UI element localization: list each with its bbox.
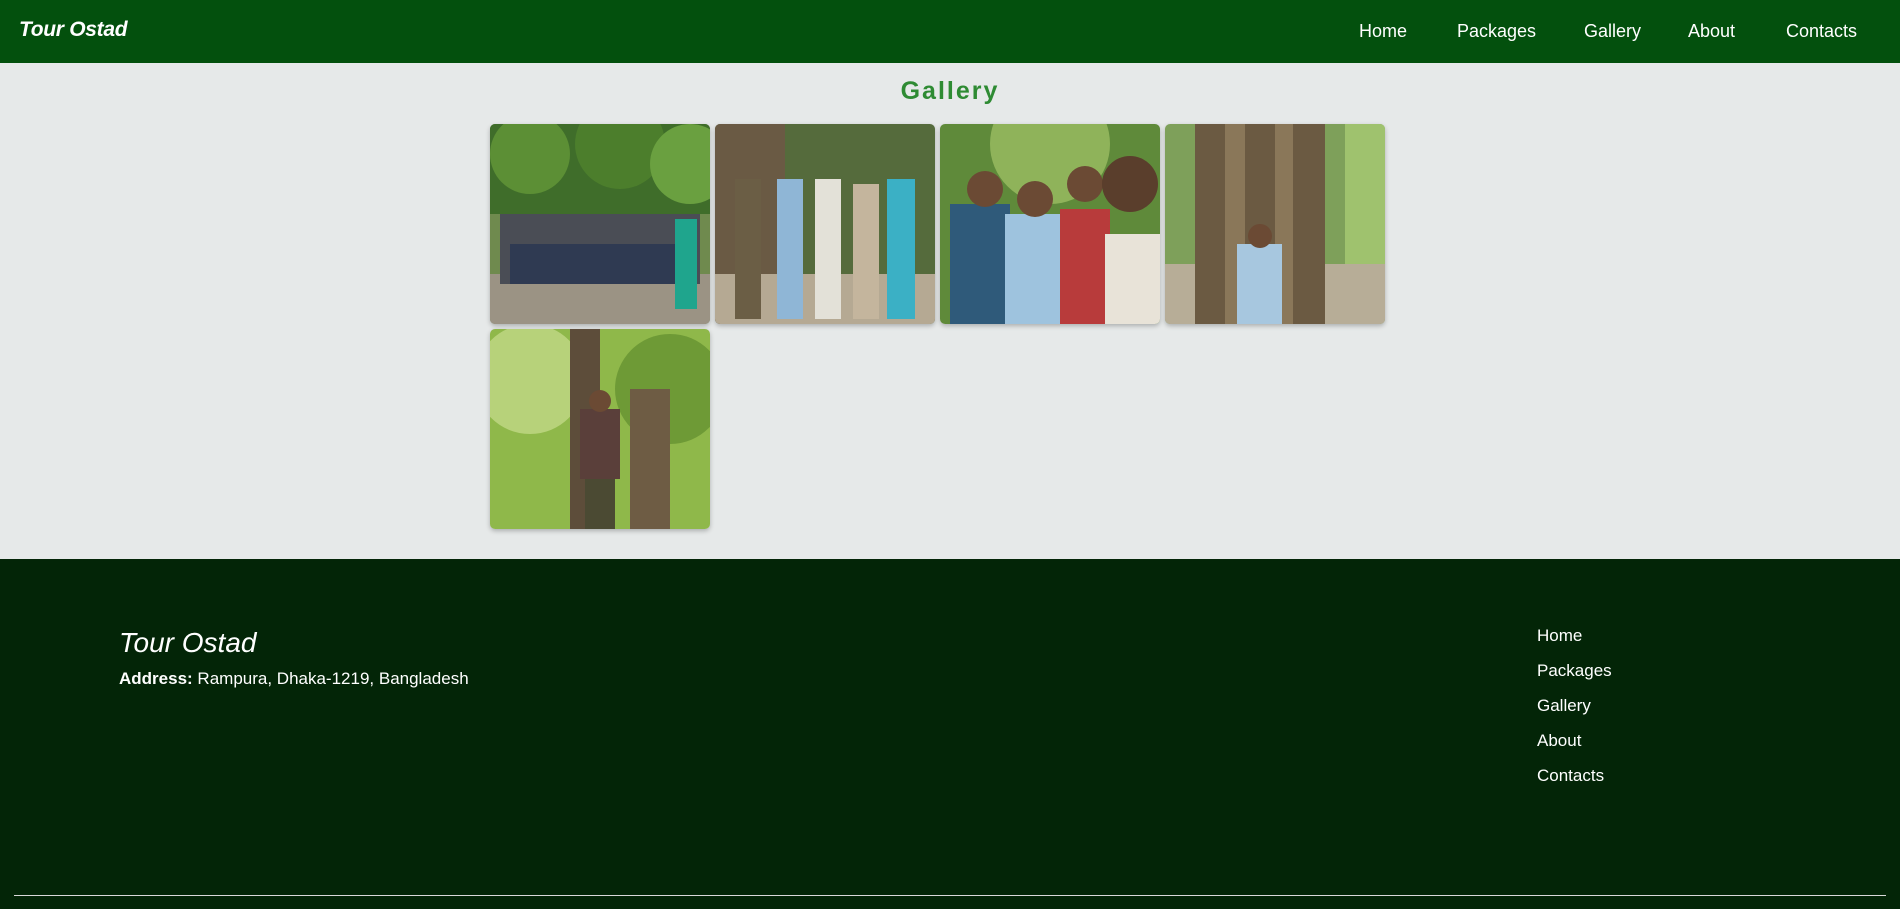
gallery-photo[interactable] bbox=[490, 124, 710, 324]
gallery-title: Gallery bbox=[900, 77, 1000, 105]
gallery-photo[interactable] bbox=[715, 124, 935, 324]
gallery-photo[interactable] bbox=[490, 329, 710, 529]
footer-packages-link[interactable]: Packages bbox=[1537, 661, 1612, 681]
footer-contacts-link[interactable]: Contacts bbox=[1537, 766, 1604, 786]
footer: Tour Ostad Address: Rampura, Dhaka-1219,… bbox=[0, 559, 1900, 909]
footer-brand: Tour Ostad bbox=[119, 627, 257, 658]
footer-home-link[interactable]: Home bbox=[1537, 626, 1582, 646]
navbar: Tour Ostad Home Packages Gallery About C… bbox=[0, 0, 1900, 63]
footer-address: Address: Rampura, Dhaka-1219, Bangladesh bbox=[119, 669, 469, 689]
gallery-photo[interactable] bbox=[940, 124, 1160, 324]
nav-contacts-link[interactable]: Contacts bbox=[1786, 21, 1857, 42]
brand-logo[interactable]: Tour Ostad bbox=[19, 18, 128, 42]
footer-gallery-link[interactable]: Gallery bbox=[1537, 696, 1591, 716]
nav-gallery-link[interactable]: Gallery bbox=[1584, 21, 1641, 42]
address-value: Rampura, Dhaka-1219, Bangladesh bbox=[197, 669, 469, 688]
footer-divider bbox=[14, 895, 1886, 896]
nav-packages-link[interactable]: Packages bbox=[1457, 21, 1536, 42]
gallery-photo[interactable] bbox=[1165, 124, 1385, 324]
footer-about-link[interactable]: About bbox=[1537, 731, 1581, 751]
nav-home-link[interactable]: Home bbox=[1359, 21, 1407, 42]
address-label: Address: bbox=[119, 669, 193, 688]
nav-about-link[interactable]: About bbox=[1688, 21, 1735, 42]
